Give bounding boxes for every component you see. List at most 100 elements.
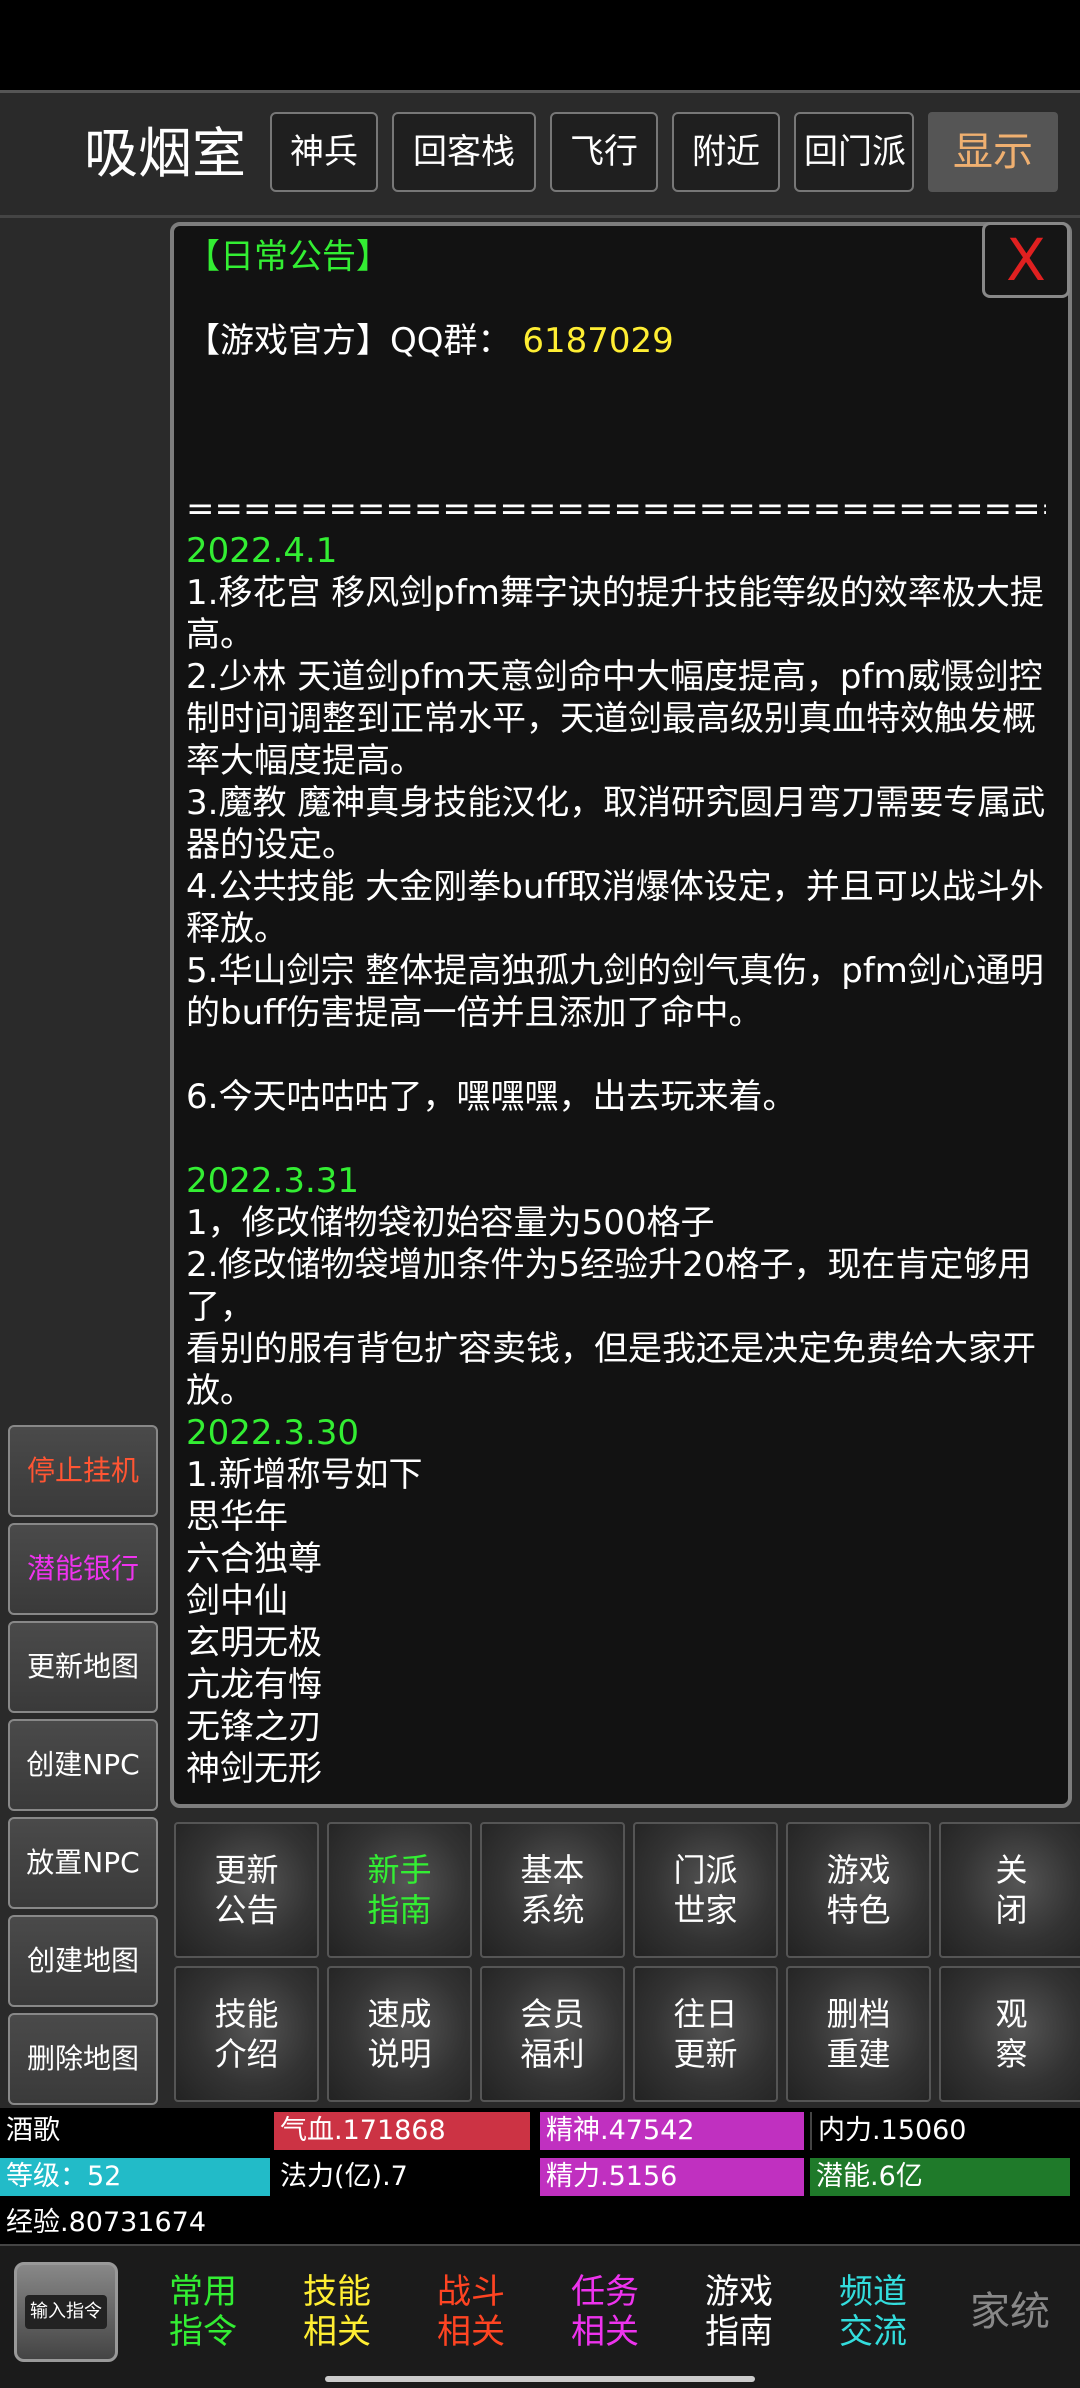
nav-label-part: 频道 bbox=[839, 2272, 907, 2312]
menu-skill-intro-button[interactable]: 技能 介绍 bbox=[174, 1966, 319, 2102]
nav-label-part: 相关 bbox=[437, 2312, 505, 2352]
menu-label-part: 系统 bbox=[520, 1891, 585, 1929]
nav-game-guide-button[interactable]: 游戏 指南 bbox=[674, 2252, 804, 2372]
close-notice-button[interactable]: X bbox=[982, 222, 1070, 298]
qq-label: 【游戏官方】QQ群： bbox=[186, 321, 512, 361]
menu-label-part: 新手 bbox=[367, 1851, 432, 1889]
menu-label-part: 往日 bbox=[673, 1995, 738, 2033]
update-map-button[interactable]: 更新地图 bbox=[8, 1621, 158, 1713]
notice-line: 1.移花宫 移风剑pfm舞字诀的提升技能等级的效率极大提高。 bbox=[186, 573, 1044, 655]
notice-content: 【日常公告】 【游戏官方】QQ群： 6187029 ==============… bbox=[186, 236, 1046, 1790]
stop-idle-button[interactable]: 停止挂机 bbox=[8, 1425, 158, 1517]
nav-common-commands-button[interactable]: 常用 指令 bbox=[138, 2252, 268, 2372]
notice-line: 剑中仙 bbox=[186, 1581, 288, 1621]
notice-line: 六合独尊 bbox=[186, 1539, 322, 1579]
menu-label-part: 重建 bbox=[826, 2035, 891, 2073]
create-npc-button[interactable]: 创建NPC bbox=[8, 1719, 158, 1811]
menu-label-part: 观 bbox=[995, 1995, 1028, 2033]
menu-label-part: 闭 bbox=[995, 1891, 1028, 1929]
nav-label-part: 任务 bbox=[571, 2272, 639, 2312]
nav-combat-button[interactable]: 战斗 相关 bbox=[406, 2252, 536, 2372]
menu-quick-guide-button[interactable]: 速成 说明 bbox=[327, 1966, 472, 2102]
notice-line: 2.少林 天道剑pfm天意剑命中大幅度提高，pfm威慑剑控制时间调整到正常水平，… bbox=[186, 657, 1043, 781]
menu-label-part: 基本 bbox=[520, 1851, 585, 1889]
notice-panel[interactable]: 【日常公告】 【游戏官方】QQ群： 6187029 ==============… bbox=[170, 222, 1072, 1808]
nav-label-part: 战斗 bbox=[437, 2272, 505, 2312]
menu-close-button[interactable]: 关闭 bbox=[939, 1822, 1080, 1958]
fly-button[interactable]: 飞行 bbox=[550, 112, 658, 192]
update-date: 2022.3.31 bbox=[186, 1161, 360, 1201]
notice-line: 3.魔教 魔神真身技能汉化，取消研究圆月弯刀需要专属武器的设定。 bbox=[186, 783, 1046, 865]
notice-line: 无锋之刃 bbox=[186, 1707, 322, 1747]
menu-observe-button[interactable]: 观察 bbox=[939, 1966, 1080, 2102]
notice-line: 看别的服有背包扩容卖钱，但是我还是决定免费给大家开放。 bbox=[186, 1329, 1036, 1411]
input-command-button[interactable]: 输入指令 bbox=[14, 2262, 118, 2362]
notice-line: 4.公共技能 大金刚拳buff取消爆体设定，并且可以战斗外释放。 bbox=[186, 867, 1044, 949]
menu-update-notice-button[interactable]: 更新 公告 bbox=[174, 1822, 319, 1958]
notice-line: 玄明无极 bbox=[186, 1623, 322, 1663]
nearby-button[interactable]: 附近 bbox=[672, 112, 780, 192]
menu-label-part: 游戏 bbox=[826, 1851, 891, 1889]
place-npc-button[interactable]: 放置NPC bbox=[8, 1817, 158, 1909]
nav-label-part: 相关 bbox=[571, 2312, 639, 2352]
menu-label-part: 公告 bbox=[214, 1891, 279, 1929]
notice-line bbox=[186, 1034, 1046, 1076]
room-title: 吸烟室 bbox=[84, 122, 246, 185]
nav-channel-chat-button[interactable]: 频道 交流 bbox=[808, 2252, 938, 2372]
notice-line: 1，修改储物袋初始容量为500格子 bbox=[186, 1203, 715, 1243]
notice-line: 亢龙有悔 bbox=[186, 1665, 322, 1705]
notice-sections: 2022.4.1 1.移花宫 移风剑pfm舞字诀的提升技能等级的效率极大提高。 2.… bbox=[186, 530, 1046, 1790]
menu-vip-benefits-button[interactable]: 会员 福利 bbox=[480, 1966, 625, 2102]
return-sect-button[interactable]: 回门派 bbox=[794, 112, 914, 192]
nav-quests-button[interactable]: 任务 相关 bbox=[540, 2252, 670, 2372]
jingli-stat: 精力.5156 bbox=[540, 2158, 804, 2196]
notice-line: 1.新增称号如下 bbox=[186, 1455, 423, 1495]
notice-line: 神剑无形 bbox=[186, 1749, 322, 1789]
menu-label-part: 世家 bbox=[673, 1891, 738, 1929]
home-indicator[interactable] bbox=[325, 2376, 755, 2382]
potential-bank-button[interactable]: 潜能银行 bbox=[8, 1523, 158, 1615]
nav-label-part: 相关 bbox=[303, 2312, 371, 2352]
qq-number: 6187029 bbox=[522, 321, 674, 361]
update-date: 2022.4.1 bbox=[186, 531, 338, 571]
divine-weapon-button[interactable]: 神兵 bbox=[270, 112, 378, 192]
notice-heading: 【日常公告】 bbox=[186, 237, 390, 277]
fali-stat: 法力(亿).7 bbox=[274, 2158, 530, 2196]
input-command-label: 输入指令 bbox=[25, 2295, 107, 2329]
menu-sect-family-button[interactable]: 门派 世家 bbox=[633, 1822, 778, 1958]
show-button[interactable]: 显示 bbox=[928, 112, 1058, 192]
update-date: 2022.3.30 bbox=[186, 1413, 360, 1453]
notice-line bbox=[186, 1118, 1046, 1160]
menu-label-part: 会员 bbox=[520, 1995, 585, 2033]
nav-label-part: 技能 bbox=[303, 2272, 371, 2312]
nav-label-part: 游戏 bbox=[705, 2272, 773, 2312]
spirit-stat: 精神.47542 bbox=[540, 2112, 804, 2150]
delete-map-button[interactable]: 删除地图 bbox=[8, 2013, 158, 2105]
menu-label-part: 删档 bbox=[826, 1995, 891, 2033]
return-inn-button[interactable]: 回客栈 bbox=[392, 112, 536, 192]
menu-basic-system-button[interactable]: 基本 系统 bbox=[480, 1822, 625, 1958]
create-map-button[interactable]: 创建地图 bbox=[8, 1915, 158, 2007]
menu-label-part: 更新 bbox=[214, 1851, 279, 1889]
exp-stat: 经验.80731674 bbox=[0, 2204, 1080, 2242]
level-stat: 等级：52 bbox=[0, 2158, 270, 2196]
neili-stat: 内力.15060 bbox=[810, 2112, 1070, 2150]
potential-stat: 潜能.6亿 bbox=[810, 2158, 1070, 2196]
nav-label-part: 交流 bbox=[839, 2312, 907, 2352]
menu-label-part: 介绍 bbox=[214, 2035, 279, 2073]
menu-label-part: 关 bbox=[995, 1851, 1028, 1889]
menu-label-part: 技能 bbox=[214, 1995, 279, 2033]
divider-line: ======================================== bbox=[186, 489, 1046, 529]
menu-game-features-button[interactable]: 游戏 特色 bbox=[786, 1822, 931, 1958]
notice-line: 5.华山剑宗 整体提高独孤九剑的剑气真伤，pfm剑心通明的buff伤害提高一倍并… bbox=[186, 951, 1044, 1033]
menu-newbie-guide-button[interactable]: 新手 指南 bbox=[327, 1822, 472, 1958]
player-name: 酒歌 bbox=[0, 2112, 270, 2150]
nav-label-part: 常用 bbox=[169, 2272, 237, 2312]
menu-delete-rebuild-button[interactable]: 删档 重建 bbox=[786, 1966, 931, 2102]
nav-skills-button[interactable]: 技能 相关 bbox=[272, 2252, 402, 2372]
status-bar bbox=[0, 0, 1080, 90]
menu-label-part: 门派 bbox=[673, 1851, 738, 1889]
notice-line: 6.今天咕咕咕了，嘿嘿嘿，出去玩来着。 bbox=[186, 1077, 797, 1117]
nav-label-part: 指令 bbox=[169, 2312, 237, 2352]
menu-past-updates-button[interactable]: 往日 更新 bbox=[633, 1966, 778, 2102]
